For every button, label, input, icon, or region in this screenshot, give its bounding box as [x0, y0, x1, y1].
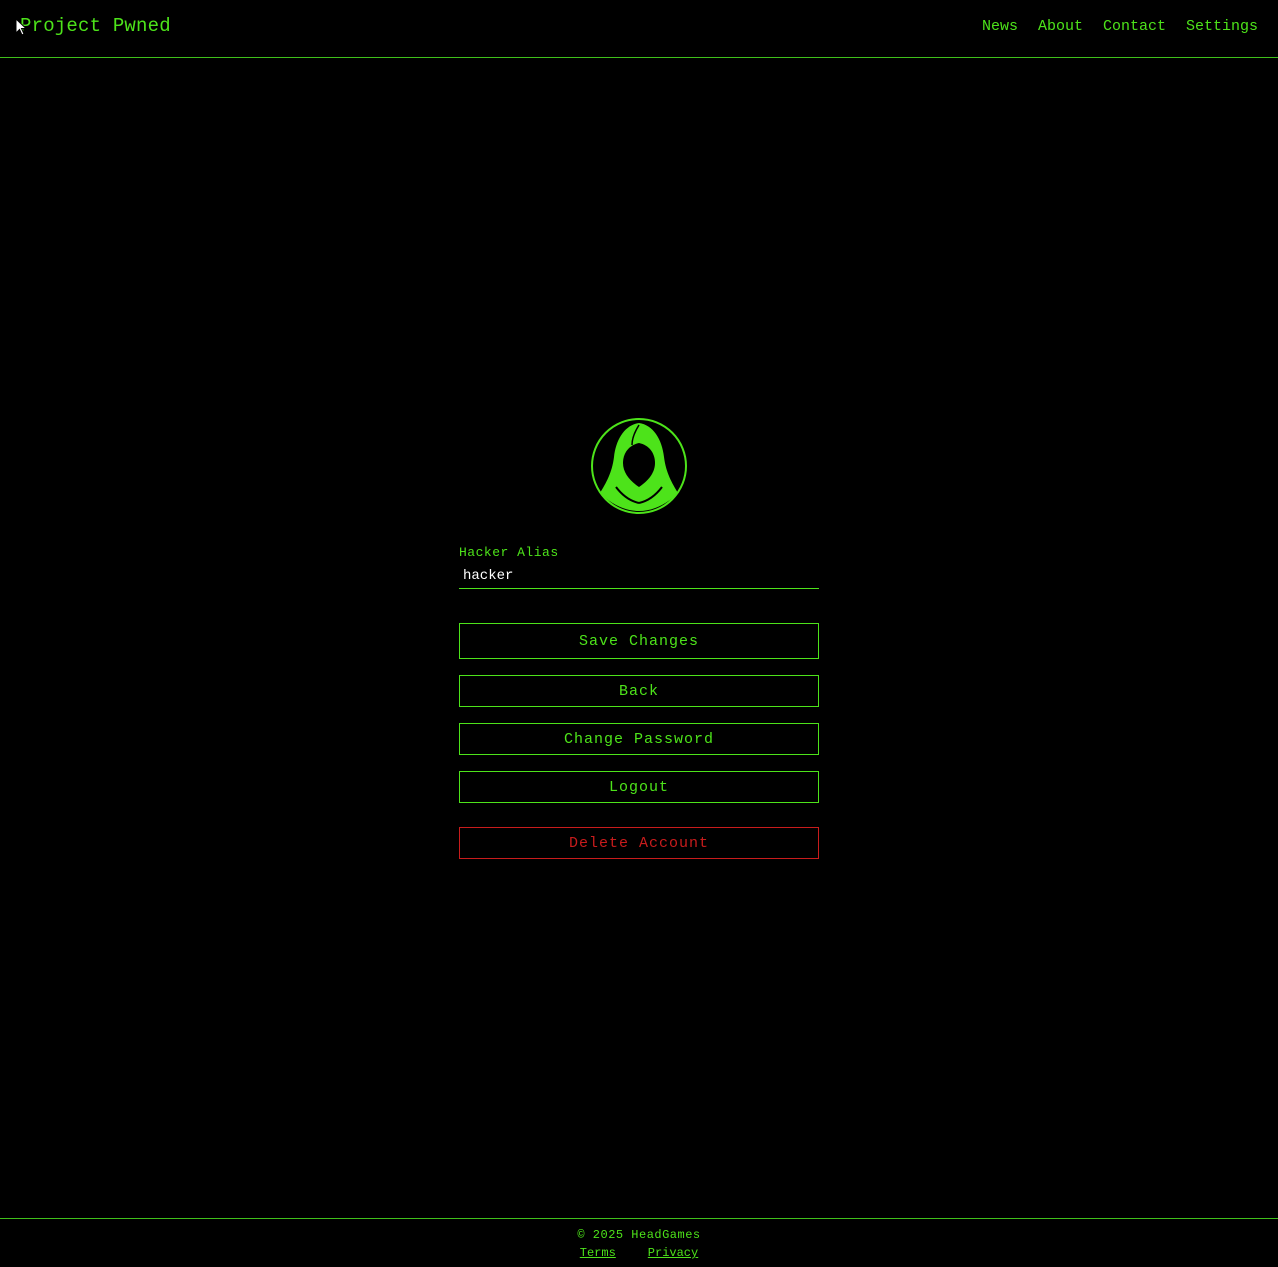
terms-link[interactable]: Terms	[580, 1246, 616, 1260]
nav-about[interactable]: About	[1038, 18, 1083, 35]
alias-input[interactable]	[459, 563, 819, 589]
copyright-text: © 2025 HeadGames	[577, 1228, 701, 1242]
nav-settings[interactable]: Settings	[1186, 18, 1258, 35]
delete-account-button[interactable]: Delete Account	[459, 827, 819, 859]
nav-news[interactable]: News	[982, 18, 1018, 35]
brand-logo[interactable]: Project Pwned	[20, 15, 171, 37]
top-header: Project Pwned News About Contact Setting…	[0, 0, 1278, 58]
privacy-link[interactable]: Privacy	[648, 1246, 698, 1260]
page-footer: © 2025 HeadGames Terms Privacy	[0, 1218, 1278, 1267]
save-changes-button[interactable]: Save Changes	[459, 623, 819, 659]
alias-label: Hacker Alias	[459, 545, 559, 560]
main-nav: News About Contact Settings	[982, 18, 1258, 35]
mouse-cursor-icon	[15, 18, 27, 36]
change-password-button[interactable]: Change Password	[459, 723, 819, 755]
hooded-hacker-icon	[591, 418, 687, 514]
logout-button[interactable]: Logout	[459, 771, 819, 803]
alias-form: Hacker Alias	[459, 545, 819, 589]
back-button[interactable]: Back	[459, 675, 819, 707]
settings-page: Project Pwned News About Contact Setting…	[0, 0, 1278, 1267]
footer-links: Terms Privacy	[0, 1246, 1278, 1260]
nav-contact[interactable]: Contact	[1103, 18, 1166, 35]
